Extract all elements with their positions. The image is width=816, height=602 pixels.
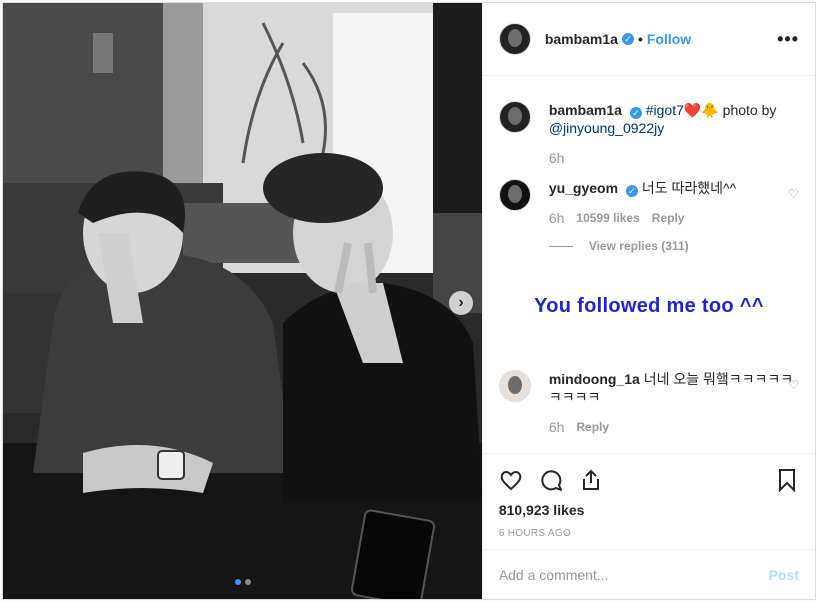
post-actions: 810,923 likes 6 HOURS AGO bbox=[482, 453, 815, 549]
instagram-post: › bambam1a ✓ • Follow ••• bambam1a ✓ #ig… bbox=[2, 2, 816, 600]
header-separator: • bbox=[637, 31, 643, 47]
comment-heart-icon[interactable]: ♡ bbox=[788, 378, 799, 392]
comment-meta: 6h 10599 likes Reply bbox=[549, 209, 799, 227]
post-comment-button[interactable]: Post bbox=[769, 567, 799, 583]
slide-dot bbox=[245, 579, 251, 585]
post-photo[interactable]: › bbox=[3, 3, 482, 599]
follow-button[interactable]: Follow bbox=[647, 31, 691, 47]
post-timestamp: 6 HOURS AGO bbox=[498, 528, 572, 539]
caption-avatar[interactable] bbox=[498, 101, 531, 133]
comment-text: 너도 따라했네^^ bbox=[641, 180, 737, 196]
caption-text: photo by bbox=[722, 102, 777, 118]
comment: yu_gyeom ✓ 너도 따라했네^^ 6h 10599 likes Repl… bbox=[498, 179, 799, 255]
verified-icon: ✓ bbox=[621, 33, 634, 45]
avatar[interactable] bbox=[498, 23, 531, 55]
header-username[interactable]: bambam1a bbox=[545, 31, 618, 47]
comment-likes[interactable]: 10599 likes bbox=[576, 209, 639, 227]
caption-username[interactable]: bambam1a bbox=[549, 102, 622, 118]
comment-time: 6h bbox=[548, 210, 565, 226]
bookmark-icon[interactable] bbox=[775, 468, 799, 492]
post-header: bambam1a ✓ • Follow ••• bbox=[482, 3, 815, 76]
caption-time: 6h bbox=[548, 150, 565, 166]
comment-icon[interactable] bbox=[539, 468, 563, 492]
overlay-annotation: You followed me too ^^ bbox=[534, 295, 764, 317]
caption-emoji: ❤️🐥 bbox=[683, 102, 719, 118]
caption-hashtag[interactable]: #igot7 bbox=[646, 102, 684, 118]
comment-input[interactable] bbox=[498, 566, 769, 583]
post-side-panel: bambam1a ✓ • Follow ••• bambam1a ✓ #igot… bbox=[481, 3, 815, 599]
photo-image bbox=[3, 3, 482, 599]
more-icon[interactable]: ••• bbox=[777, 29, 799, 50]
add-comment-bar: Post bbox=[482, 549, 815, 599]
comment-avatar[interactable] bbox=[498, 179, 531, 211]
chevron-right-icon: › bbox=[458, 294, 464, 311]
caption-meta: 6h bbox=[549, 149, 799, 167]
action-icons bbox=[499, 466, 799, 494]
verified-icon: ✓ bbox=[629, 107, 642, 119]
next-slide-button[interactable]: › bbox=[449, 291, 473, 315]
replies-divider bbox=[548, 245, 573, 247]
comment-avatar[interactable] bbox=[498, 370, 531, 402]
likes-count[interactable]: 810,923 likes bbox=[499, 502, 799, 518]
comment-meta: 6h Reply bbox=[549, 418, 799, 436]
comment-username[interactable]: mindoong_1a bbox=[549, 371, 640, 387]
comment-username[interactable]: yu_gyeom bbox=[549, 180, 618, 196]
reply-button[interactable]: Reply bbox=[652, 209, 685, 227]
view-replies-label: View replies (311) bbox=[588, 239, 689, 253]
heart-icon[interactable] bbox=[499, 468, 523, 492]
view-replies-button[interactable]: View replies (311) bbox=[548, 237, 799, 255]
caption: bambam1a ✓ #igot7❤️🐥 photo by @jinyoung_… bbox=[498, 101, 799, 167]
comments-list[interactable]: bambam1a ✓ #igot7❤️🐥 photo by @jinyoung_… bbox=[483, 77, 815, 453]
share-icon[interactable] bbox=[579, 468, 603, 492]
comment-time: 6h bbox=[548, 419, 565, 435]
caption-mention[interactable]: @jinyoung_0922jy bbox=[549, 120, 664, 136]
reply-button[interactable]: Reply bbox=[576, 418, 609, 436]
verified-icon: ✓ bbox=[625, 185, 638, 197]
slide-indicator bbox=[235, 579, 251, 585]
comment: mindoong_1a 너네 오늘 뭐햌ㅋㅋㅋㅋㅋㅋㅋㅋㅋ 6h Reply ♡ bbox=[498, 370, 799, 436]
comment-heart-icon[interactable]: ♡ bbox=[788, 187, 799, 201]
slide-dot-active bbox=[235, 579, 241, 585]
